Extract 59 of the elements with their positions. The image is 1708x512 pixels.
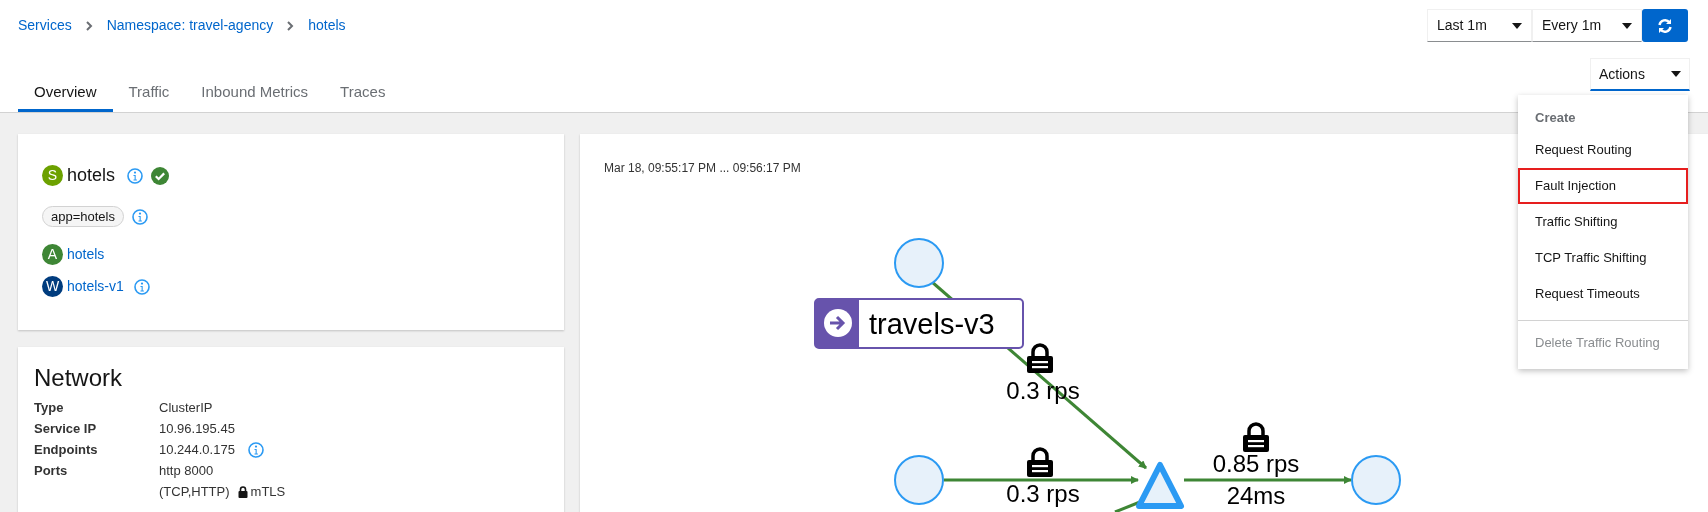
field-label: Ports <box>34 461 69 480</box>
node-label: travels-v3 <box>814 298 1024 349</box>
field-value: 10.244.0.175 <box>159 440 235 459</box>
caret-icon <box>1512 22 1522 29</box>
info-icon[interactable] <box>132 208 148 225</box>
info-icon[interactable] <box>127 167 144 184</box>
resource-link[interactable]: hotels <box>67 244 105 265</box>
breadcrumb-link[interactable]: Namespace: travel-agency <box>106 15 274 36</box>
lock-icon <box>1027 343 1053 373</box>
refresh-interval-select[interactable]: Every 1m <box>1532 9 1642 42</box>
label-chip: app=hotels <box>42 206 124 227</box>
menu-item[interactable]: Request Routing <box>1518 132 1688 168</box>
graph-timestamp: Mar 18, 09:55:17 PM ... 09:56:17 PM <box>604 160 801 177</box>
resource-badge: A <box>42 244 63 265</box>
tab[interactable]: Inbound Metrics <box>185 76 325 112</box>
field-value: 10.96.195.45 <box>159 419 235 438</box>
refresh-button[interactable] <box>1642 9 1688 42</box>
lock-icon <box>237 485 248 498</box>
node-circle[interactable] <box>894 455 944 505</box>
edge-label: 0.85 rps <box>1212 450 1300 477</box>
breadcrumb-link[interactable]: Services <box>18 15 72 36</box>
breadcrumb-link[interactable]: hotels <box>308 15 346 36</box>
edge-label: 24ms <box>1226 482 1286 509</box>
edge-label: 0.3 rps <box>1006 480 1080 507</box>
edge-line <box>1114 500 1141 512</box>
network-title: Network <box>34 363 124 393</box>
field-label: Type <box>34 398 65 417</box>
service-badge: S <box>42 165 63 186</box>
tab[interactable]: Traffic <box>112 76 186 112</box>
field-label: Endpoints <box>34 440 99 459</box>
mtls-label: mTLS <box>250 482 286 501</box>
menu-item[interactable]: Traffic Shifting <box>1518 204 1688 240</box>
caret-icon <box>1622 22 1632 29</box>
resource-link[interactable]: hotels-v1 <box>67 276 124 297</box>
field-value: ClusterIP <box>159 398 213 417</box>
refresh-icon <box>1657 17 1673 34</box>
menu-item[interactable]: Fault Injection <box>1518 168 1688 204</box>
actions-dropdown[interactable]: Actions <box>1590 58 1690 91</box>
lock-icon <box>1027 447 1053 477</box>
service-name: hotels <box>67 164 116 187</box>
field-value: (TCP,HTTP) <box>159 482 230 501</box>
time-range-select[interactable]: Last 1m <box>1427 9 1532 42</box>
menu-heading: Create <box>1534 108 1577 127</box>
lock-icon <box>1243 422 1269 452</box>
tab[interactable]: Overview <box>18 76 113 112</box>
info-icon[interactable] <box>247 441 264 458</box>
node-circle[interactable] <box>1351 455 1401 505</box>
node-circle[interactable] <box>894 238 944 288</box>
field-value: http 8000 <box>159 461 214 480</box>
chevron-icon <box>287 20 295 31</box>
service-triangle[interactable] <box>1136 462 1184 509</box>
tab[interactable]: Traces <box>324 76 402 112</box>
field-label: Service IP <box>34 419 98 438</box>
info-icon[interactable] <box>133 278 150 295</box>
resource-badge: W <box>42 276 63 297</box>
caret-icon <box>1671 71 1681 77</box>
chevron-icon <box>85 20 93 31</box>
menu-item[interactable]: TCP Traffic Shifting <box>1518 240 1688 276</box>
menu-item[interactable]: Request Timeouts <box>1518 276 1688 312</box>
